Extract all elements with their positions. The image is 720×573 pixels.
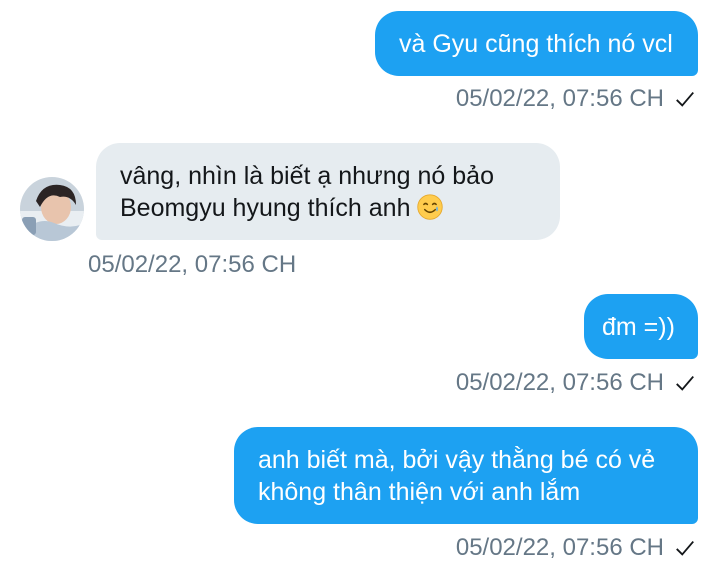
message-text-line-2: Beomgyu hyung thích anh	[120, 192, 444, 224]
message-bubble-outgoing[interactable]: đm =))	[584, 294, 698, 359]
timestamp-text: 05/02/22, 07:56 CH	[455, 369, 664, 396]
avatar-image	[20, 177, 84, 241]
timestamp-text: 05/02/22, 07:56 CH	[455, 534, 664, 561]
smiling-face-with-tear-icon	[417, 193, 444, 220]
message-text-line-1: anh biết mà, bởi vậy thằng bé có vẻ	[258, 445, 656, 474]
message-timestamp: 05/02/22, 07:56 CH	[456, 369, 696, 397]
message-bubble-outgoing[interactable]: anh biết mà, bởi vậy thằng bé có vẻ khôn…	[234, 427, 698, 524]
timestamp-text: 05/02/22, 07:56 CH	[455, 85, 664, 112]
timestamp-text: 05/02/22, 07:56 CH	[88, 251, 297, 278]
checkmark-icon	[676, 375, 694, 391]
checkmark-icon	[676, 91, 694, 107]
message-timestamp: 05/02/22, 07:56 CH	[456, 85, 696, 113]
message-text: đm =))	[602, 312, 675, 341]
message-timestamp: 05/02/22, 07:56 CH	[456, 534, 696, 562]
message-text-line-2: không thân thiện với anh lắm	[258, 477, 581, 506]
message-bubble-incoming[interactable]: vâng, nhìn là biết ạ nhưng nó bảo Beomgy…	[96, 143, 560, 240]
message-timestamp: 05/02/22, 07:56 CH	[88, 251, 296, 279]
message-bubble-outgoing[interactable]: và Gyu cũng thích nó vcl	[375, 11, 698, 76]
avatar[interactable]	[20, 177, 84, 241]
message-text-line-1: vâng, nhìn là biết ạ nhưng nó bảo	[120, 161, 494, 190]
checkmark-icon	[676, 540, 694, 556]
message-text: và Gyu cũng thích nó vcl	[399, 29, 673, 58]
message-text-line-2-content: Beomgyu hyung thích anh	[120, 193, 411, 222]
